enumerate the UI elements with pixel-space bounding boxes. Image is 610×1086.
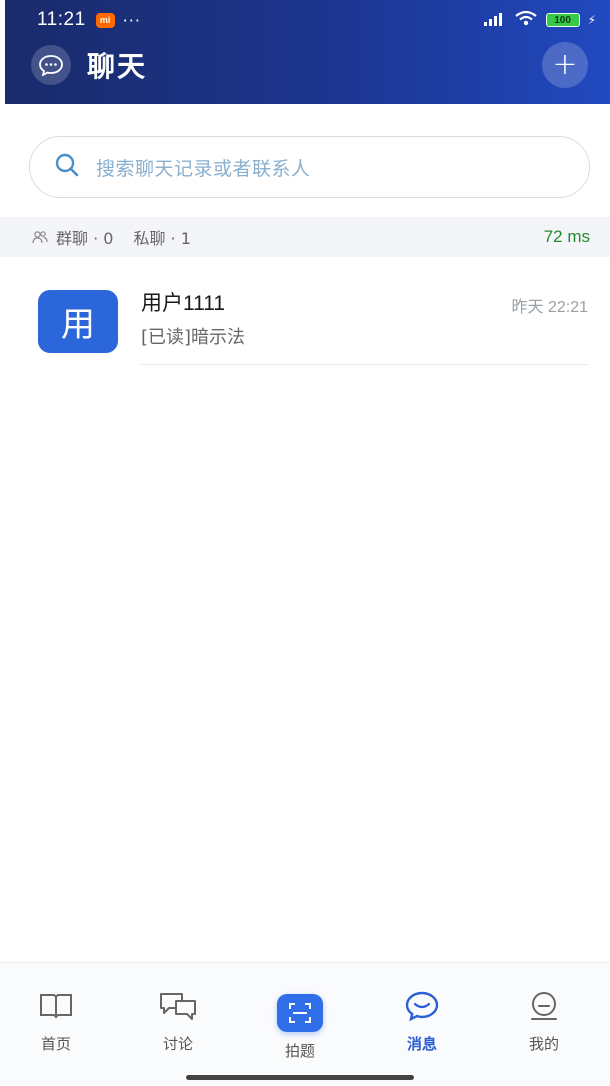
private-count: 私聊 · 1 [133,225,190,249]
status-dots: ··· [122,10,141,30]
conversation-name: 用户1111 [141,292,226,315]
divider [141,364,588,365]
conversation-time: 昨天 22:21 [511,299,589,316]
status-time: 11:21 [37,9,86,30]
profile-icon [527,991,561,1025]
signal-icon [483,10,506,31]
status-icons: 100 ⚡ [483,10,596,31]
message-icon [404,991,440,1025]
book-icon [38,991,74,1025]
scan-icon [277,994,323,1032]
search-input[interactable]: 搜索聊天记录或者联系人 [29,136,590,198]
group-count-label: 群聊 · 0 [56,229,114,248]
tab-scan[interactable]: 拍题 [260,991,340,1061]
battery-icon: 100 [545,13,580,27]
tab-home[interactable]: 首页 [16,991,96,1061]
group-count: 群聊 · 0 [32,225,113,249]
search-placeholder: 搜索聊天记录或者联系人 [96,157,311,180]
search-icon [54,152,80,182]
chat-counts-bar: 群聊 · 0 私聊 · 1 72 ms [0,217,610,257]
avatar: 用 [38,290,118,353]
app-header: 11:21 mi ··· 100 ⚡ 聊天 + [5,0,610,104]
charging-icon: ⚡ [587,13,596,27]
carrier-badge: mi [95,12,115,28]
tab-scan-label: 拍题 [284,1042,315,1060]
group-icon [32,230,48,244]
tab-profile-label: 我的 [528,1035,559,1053]
wifi-icon [514,10,538,31]
conversation-preview: [已读]暗示法 [141,327,246,348]
tab-discussion[interactable]: 讨论 [138,991,218,1061]
tab-messages-label: 消息 [406,1035,437,1053]
title-row: 聊天 + [5,40,610,90]
tab-discussion-label: 讨论 [162,1035,193,1053]
tab-profile[interactable]: 我的 [504,991,584,1061]
conversation-item[interactable]: 用 用户1111 昨天 22:21 [已读]暗示法 [0,275,610,367]
chat-bubble-icon [31,45,71,85]
add-button[interactable]: + [542,42,588,88]
home-indicator[interactable] [186,1075,414,1080]
status-bar: 11:21 mi ··· 100 ⚡ [5,6,610,34]
tab-home-label: 首页 [40,1035,71,1053]
private-count-label: 私聊 · 1 [133,229,191,248]
discussion-icon [158,991,198,1025]
page-title: 聊天 [87,50,148,83]
tab-messages[interactable]: 消息 [382,991,462,1061]
bottom-tab-bar: 首页 讨论 拍题 消息 我的 [0,962,610,1086]
latency-indicator: 72 ms [543,227,590,246]
